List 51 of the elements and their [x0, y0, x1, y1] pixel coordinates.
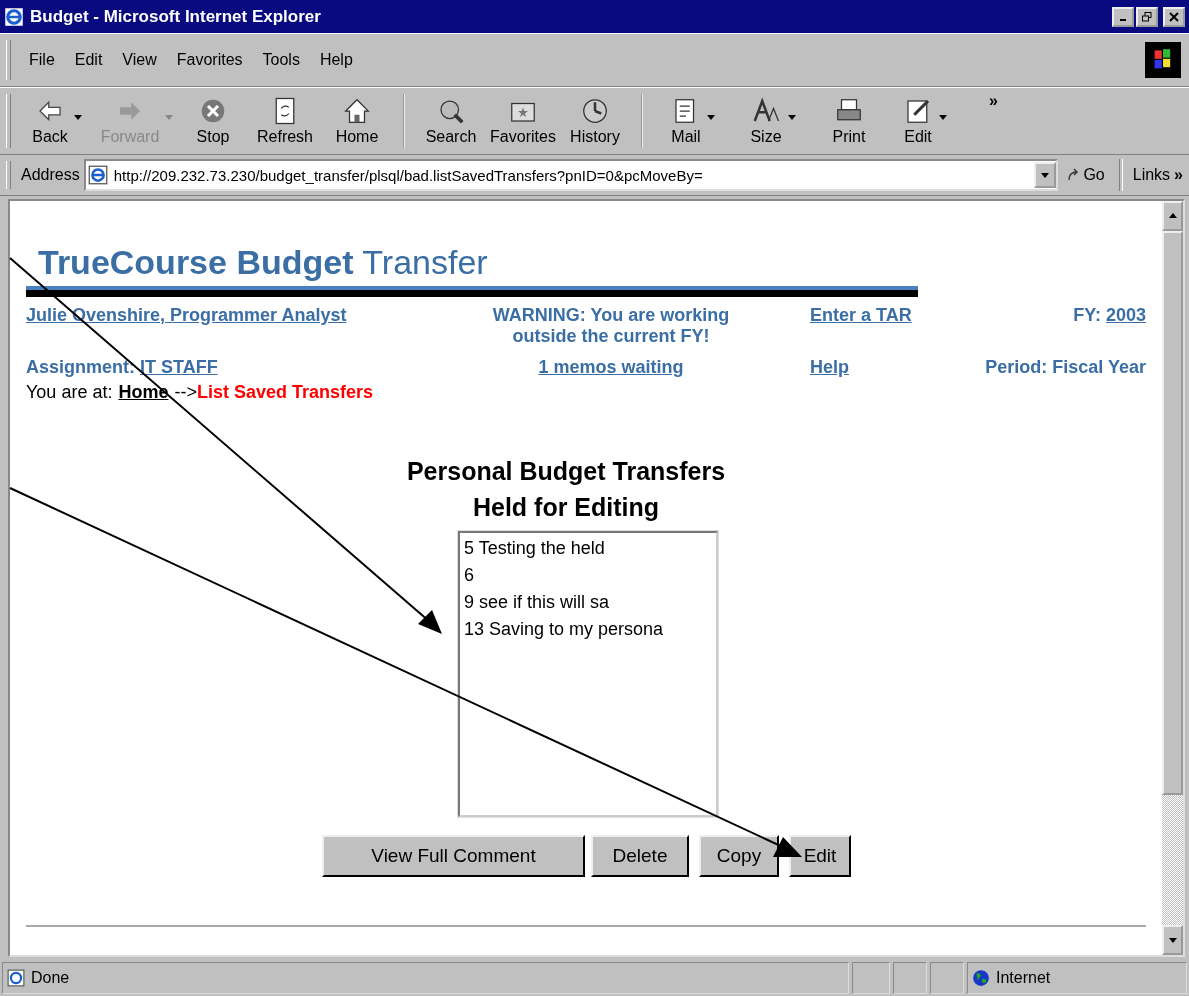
more-button[interactable]: »: [989, 92, 998, 110]
list-item[interactable]: 5 Testing the held: [464, 535, 712, 562]
fy-label: FY:: [1073, 305, 1101, 325]
window-title: Budget - Microsoft Internet Explorer: [30, 6, 322, 27]
home-link[interactable]: Home: [118, 382, 169, 403]
current-page-text: List Saved Transfers: [196, 382, 373, 403]
breadcrumb-prefix: You are at:: [26, 382, 113, 403]
fy-link[interactable]: 2003: [1105, 305, 1146, 325]
toolbar-button[interactable]: Edit: [885, 94, 965, 148]
page-heading: TrueCourse Budget Transfer: [38, 243, 489, 282]
links-button[interactable]: Links: [1132, 166, 1171, 184]
address-field[interactable]: http://209.232.73.230/budget_transfer/plsql/bad.listSavedTransfers?pnID=0&pcMoveBy=: [83, 159, 1059, 191]
status-text: Done: [31, 969, 70, 987]
links-more-button[interactable]: »: [1174, 166, 1183, 184]
toolbar-button[interactable]: Back: [17, 94, 97, 148]
action-button[interactable]: Copy: [699, 835, 779, 877]
address-label: Address: [21, 166, 80, 184]
memos-link[interactable]: 1 memos waiting: [466, 357, 756, 378]
menu-item[interactable]: File: [21, 49, 63, 71]
assignment-label: Assignment:: [26, 357, 135, 377]
action-button[interactable]: View Full Comment: [322, 835, 585, 877]
enter-tar-link[interactable]: Enter a TAR: [756, 305, 966, 326]
menu-item[interactable]: View: [114, 49, 165, 71]
toolbar-button[interactable]: Favorites: [487, 94, 559, 148]
toolbar-button[interactable]: Size: [733, 94, 813, 148]
toolbar-button[interactable]: Home: [321, 94, 393, 148]
transfer-listbox[interactable]: 5 Testing the held 6 9 see if this will sa 13 Saving to my persona: [458, 531, 718, 817]
toolbar-button[interactable]: Search: [403, 94, 487, 148]
assignment-link[interactable]: IT STAFF: [140, 357, 218, 377]
help-link[interactable]: Help: [756, 357, 966, 378]
action-button[interactable]: Delete: [591, 835, 689, 877]
zone-text: Internet: [996, 969, 1051, 987]
list-item[interactable]: 13 Saving to my persona: [464, 616, 712, 643]
toolbar-button[interactable]: Mail: [641, 94, 733, 148]
toolbar-button[interactable]: History: [559, 94, 631, 148]
menu-item[interactable]: Help: [311, 49, 361, 71]
action-button[interactable]: Edit: [789, 835, 851, 877]
period-text: Period: Fiscal Year: [984, 357, 1146, 378]
list-title: Held for Editing: [471, 492, 661, 523]
list-title: Personal Budget Transfers: [405, 456, 727, 487]
list-item[interactable]: 6: [464, 562, 712, 589]
toolbar-button[interactable]: Stop: [177, 94, 249, 148]
list-item[interactable]: 9 see if this will sa: [464, 589, 712, 616]
menu-item[interactable]: Tools: [254, 49, 308, 71]
warning-text: WARNING: You are working outside the current FY!: [491, 305, 731, 347]
breadcrumb-separator: -->: [174, 382, 197, 403]
menu-item[interactable]: Edit: [66, 49, 111, 71]
go-button[interactable]: Go: [1062, 164, 1109, 186]
toolbar-button[interactable]: Print: [813, 94, 885, 148]
menu-item[interactable]: Favorites: [168, 49, 251, 71]
toolbar-button[interactable]: Refresh: [249, 94, 321, 148]
